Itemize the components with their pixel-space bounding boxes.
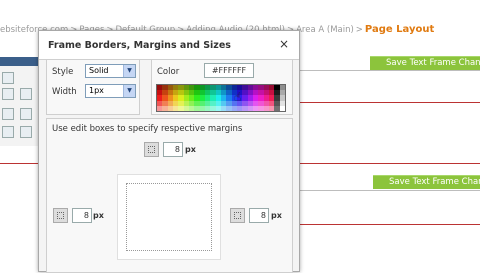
dialog-titlebar[interactable]: Frame Borders, Margins and Sizes × (39, 31, 299, 60)
style-value: Solid (89, 66, 109, 75)
divider (0, 163, 40, 164)
align-icon[interactable] (20, 108, 32, 120)
top-margin-input[interactable]: 8 (163, 142, 183, 157)
tool-icon[interactable] (20, 88, 32, 100)
style-label: Style (52, 67, 74, 77)
hand-cursor-icon: ☝ (234, 90, 242, 104)
left-margin-unit: px (93, 211, 104, 220)
tool-icon[interactable] (2, 88, 14, 100)
width-label: Width (52, 87, 77, 97)
align-icon[interactable] (2, 108, 14, 120)
divider (298, 102, 480, 103)
dialog-title: Frame Borders, Margins and Sizes (48, 40, 231, 51)
left-margin-input[interactable]: 8 (72, 208, 92, 223)
save-text-frame-button[interactable]: Save Text Frame Chan (370, 56, 480, 70)
top-margin-icon (144, 142, 159, 157)
save-text-frame-button[interactable]: Save Text Frame Chan (373, 175, 480, 189)
align-icon[interactable] (2, 126, 14, 138)
breadcrumb-separator: > (355, 25, 363, 35)
width-select[interactable]: 1px ▼ (85, 84, 136, 98)
margin-preview-frame (126, 183, 212, 251)
breadcrumb-current: Page Layout (364, 24, 435, 35)
border-style-group: Style Solid ▼ Width 1px ▼ (46, 59, 140, 115)
left-toolbar (0, 66, 41, 146)
divider (298, 224, 480, 225)
divider (298, 190, 480, 191)
right-margin-icon (230, 208, 245, 223)
margin-preview (117, 174, 221, 260)
color-group: Color #FFFFFF ☝ (151, 59, 293, 115)
left-margin-icon (53, 208, 68, 223)
breadcrumb-item[interactable]: Area A (Main) (296, 25, 354, 35)
right-margin-unit: px (271, 211, 282, 220)
color-palette[interactable] (156, 84, 286, 112)
top-margin-unit: px (185, 145, 196, 154)
right-margin-input[interactable]: 8 (249, 208, 269, 223)
divider (298, 163, 480, 164)
close-icon[interactable]: × (279, 37, 289, 51)
margins-group: Use edit boxes to specify respective mar… (46, 118, 293, 273)
style-select[interactable]: Solid ▼ (85, 64, 136, 78)
tool-icon[interactable] (2, 72, 14, 84)
color-label: Color (157, 67, 180, 77)
left-tag[interactable] (0, 57, 40, 66)
width-value: 1px (89, 86, 104, 95)
chevron-down-icon: ▼ (123, 85, 135, 97)
frame-borders-dialog: Frame Borders, Margins and Sizes × Style… (38, 30, 300, 273)
chevron-down-icon: ▼ (123, 65, 135, 77)
color-swatch[interactable] (279, 105, 285, 111)
divider (298, 70, 480, 71)
color-hex-input[interactable]: #FFFFFF (204, 63, 254, 78)
align-icon[interactable] (20, 126, 32, 138)
margins-hint: Use edit boxes to specify respective mar… (52, 124, 243, 134)
